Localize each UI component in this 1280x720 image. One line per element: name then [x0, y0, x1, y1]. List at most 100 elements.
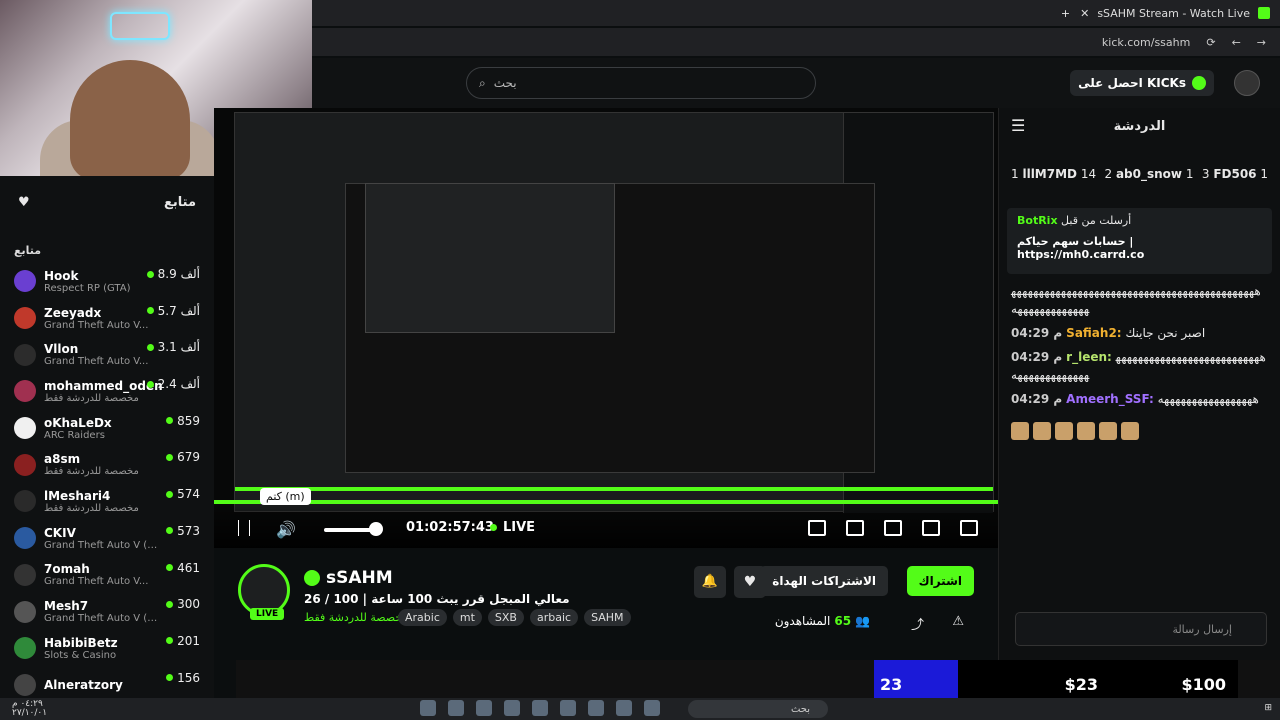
- nested-stream-view-2: [365, 183, 615, 333]
- list-item-viewers: 573: [166, 524, 200, 538]
- leader-count: 14: [1080, 167, 1097, 181]
- recursive-stream-view: [234, 112, 994, 513]
- browser-tab[interactable]: ✕ sSAHM Stream - Watch Live: [1080, 7, 1270, 20]
- leaderboard-entry[interactable]: 3 FD506 1: [1202, 167, 1268, 181]
- get-kicks-button[interactable]: احصل على KICKs: [1070, 70, 1214, 96]
- pinned-header: BotRix أرسلت من قبل: [1017, 214, 1262, 227]
- stream-tags: Arabic mt SXB arbaic SAHM: [398, 609, 631, 626]
- pinned-by: أرسلت من قبل: [1061, 214, 1132, 227]
- rank: 1: [1011, 167, 1019, 181]
- tag[interactable]: Arabic: [398, 609, 447, 626]
- list-item[interactable]: Zeeyadx Grand Theft Auto V... 5.7 ألف: [0, 300, 214, 337]
- message-text: هههههههههههههههههه: [1157, 392, 1259, 406]
- tag[interactable]: arbaic: [529, 609, 579, 626]
- list-item[interactable]: Hook Respect RP (GTA) 8.9 ألف: [0, 263, 214, 300]
- app-icon[interactable]: [616, 700, 632, 716]
- leader-name: lllM7MD: [1022, 167, 1078, 181]
- pinned-user[interactable]: BotRix: [1017, 214, 1058, 227]
- report-icon[interactable]: ⚠: [952, 614, 964, 629]
- channel-avatar: [14, 490, 36, 513]
- message-time: 04:29 م: [1011, 326, 1063, 340]
- video-progress-bar[interactable]: [214, 500, 998, 504]
- volume-icon[interactable]: 🔊: [276, 520, 296, 539]
- chrome-icon[interactable]: [420, 700, 436, 716]
- viewer-count: 2.4 ألف: [157, 377, 200, 392]
- viewer-count: 201: [177, 633, 200, 648]
- video-player[interactable]: كتم (m) 🔊 01:02:57:43 LIVE: [214, 108, 998, 548]
- tag[interactable]: SXB: [487, 609, 524, 626]
- pause-icon[interactable]: [238, 520, 254, 536]
- live-dot-icon: [166, 564, 174, 571]
- list-item[interactable]: oKhaLeDx ARC Raiders 859: [0, 410, 214, 447]
- subscribe-button[interactable]: اشتراك: [906, 566, 974, 596]
- list-item[interactable]: Vllon Grand Theft Auto V... 3.1 ألف: [0, 336, 214, 373]
- list-item[interactable]: HabibiBetz Slots & Casino 201: [0, 630, 214, 667]
- list-item[interactable]: a8sm مخصصة للدردشة فقط 679: [0, 446, 214, 483]
- user-avatar[interactable]: [1234, 70, 1260, 96]
- app-icon[interactable]: [476, 700, 492, 716]
- settings-icon[interactable]: [808, 520, 826, 536]
- list-item[interactable]: mohammed_oden مخصصة للدردشة فقط 2.4 ألف: [0, 373, 214, 410]
- list-item[interactable]: CKIV Grand Theft Auto V (G... 573: [0, 520, 214, 557]
- emote-icon[interactable]: [1055, 422, 1073, 440]
- stream-category[interactable]: مخصصة للدردشة فقط: [304, 611, 408, 624]
- tab-close-button[interactable]: ✕: [1080, 7, 1089, 20]
- search-placeholder: بحث: [493, 76, 517, 90]
- list-item[interactable]: 7omah Grand Theft Auto V... 461: [0, 557, 214, 594]
- taskbar-search[interactable]: بحث: [688, 700, 828, 718]
- leaderboard-entry[interactable]: 2 ab0_snow 1: [1104, 167, 1193, 181]
- leaderboard-entry[interactable]: 1 lllM7MD 14: [1011, 167, 1096, 181]
- heart-icon[interactable]: ♥: [18, 195, 30, 210]
- stream-title: 26 / 100 | معالي المبجل قرر يبث 100 ساعة: [304, 592, 570, 606]
- forward-icon[interactable]: →: [1257, 36, 1266, 49]
- list-item[interactable]: lMeshari4 مخصصة للدردشة فقط 574: [0, 483, 214, 520]
- viewer-count: 156: [177, 670, 200, 685]
- chat-input[interactable]: إرسال رسالة: [1015, 612, 1267, 646]
- notification-bell-button[interactable]: 🔔: [694, 566, 726, 598]
- theater-mode-icon[interactable]: [884, 520, 902, 536]
- emote-icon[interactable]: [1121, 422, 1139, 440]
- gift-subs-button[interactable]: الاشتراكات الهداة: [760, 566, 888, 596]
- emote-icon[interactable]: [1099, 422, 1117, 440]
- pinned-message: BotRix أرسلت من قبل حسابات سهم حياكم | h…: [1007, 208, 1272, 274]
- app-icon[interactable]: [644, 700, 660, 716]
- kick-logo-icon: [1258, 7, 1270, 19]
- app-icon[interactable]: [588, 700, 604, 716]
- tag[interactable]: SAHM: [584, 609, 631, 626]
- channel-avatar: [14, 673, 36, 696]
- address-bar[interactable]: kick.com/ssahm ⟳ ← →: [312, 28, 1280, 56]
- app-icon[interactable]: [448, 700, 464, 716]
- browser-tabbar: + ✕ sSAHM Stream - Watch Live: [312, 0, 1280, 26]
- leader-count: 1: [1260, 167, 1268, 181]
- message-user[interactable]: r_leen:: [1066, 350, 1112, 364]
- list-item-game: مخصصة للدردشة فقط: [44, 392, 139, 404]
- volume-knob[interactable]: [369, 522, 383, 536]
- reload-icon[interactable]: ⟳: [1206, 36, 1215, 49]
- emote-icon[interactable]: [1011, 422, 1029, 440]
- tag[interactable]: mt: [452, 609, 482, 626]
- nested-progress: [235, 487, 993, 491]
- pip-icon[interactable]: [960, 520, 978, 536]
- tiktok-icon[interactable]: [504, 700, 520, 716]
- share-icon[interactable]: ⤴: [911, 614, 924, 633]
- collapse-chat-icon[interactable]: ☰: [1011, 116, 1025, 135]
- start-icon[interactable]: ⊞: [1264, 703, 1272, 713]
- pinned-text[interactable]: حسابات سهم حياكم | https://mh0.carrd.co: [1017, 235, 1262, 261]
- folder-icon[interactable]: [560, 700, 576, 716]
- new-tab-button[interactable]: +: [1061, 7, 1070, 20]
- search-input[interactable]: ⌕ بحث: [466, 67, 816, 99]
- back-icon[interactable]: ←: [1232, 36, 1241, 49]
- live-dot-icon: [166, 490, 174, 498]
- live-dot-icon: [146, 270, 154, 278]
- emote-icon[interactable]: [1077, 422, 1095, 440]
- list-item[interactable]: Mesh7 Grand Theft Auto V (G... 300: [0, 593, 214, 630]
- outlook-icon[interactable]: [532, 700, 548, 716]
- chat-message: 04:29 م r_leen: ههههههههههههههههههههههههه…: [1011, 348, 1268, 384]
- channel-name[interactable]: sSAHM: [326, 568, 393, 588]
- message-user[interactable]: Ameerh_SSF:: [1066, 392, 1154, 406]
- live-indicator: LIVE: [490, 520, 535, 535]
- message-user[interactable]: Safiah2:: [1066, 326, 1121, 340]
- emote-icon[interactable]: [1033, 422, 1051, 440]
- clip-icon[interactable]: [922, 520, 940, 536]
- fullscreen-icon[interactable]: [846, 520, 864, 536]
